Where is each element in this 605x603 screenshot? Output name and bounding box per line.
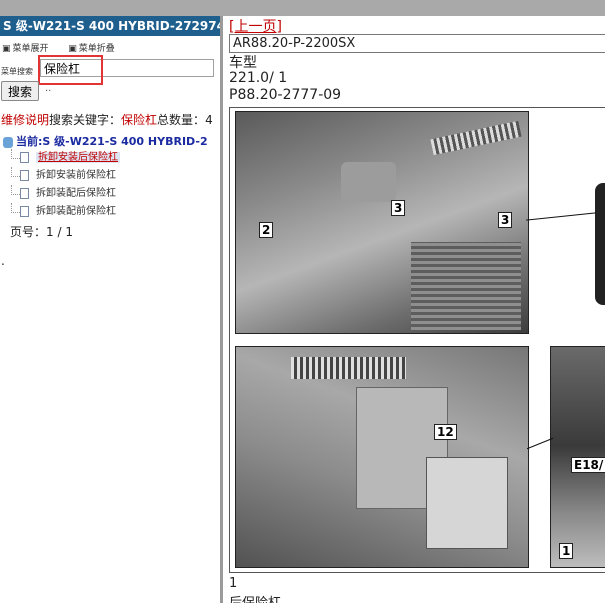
tree-root-label: 当前:S 级-W221-S 400 HYBRID-2 [16, 135, 208, 148]
model-value: 221.0/ 1 [229, 70, 288, 86]
tree-item-label: 拆卸装配后保险杠 [36, 188, 116, 199]
pointer-line [526, 212, 596, 221]
document-icon [20, 206, 29, 217]
step-number: 1 [229, 576, 238, 591]
pagination: 页号：1 / 1 [0, 223, 220, 240]
menu-collapse-link[interactable]: 菜单折叠 [79, 44, 115, 54]
keyword-intro: 搜索关键字： [49, 113, 122, 127]
tree-root[interactable]: 当前:S 级-W221-S 400 HYBRID-2 [0, 133, 220, 149]
search-button-row: 搜索 .. [0, 81, 220, 103]
connector-photo: E18/ 1 [550, 346, 605, 568]
callout-label: E18/ [571, 457, 605, 473]
step-description: 后保险杠 [229, 592, 281, 603]
expand-icon: ▣ [2, 44, 11, 54]
tree-branch-line [11, 203, 20, 213]
search-row: 菜单搜索 [0, 55, 220, 85]
keyword-summary: 维修说明搜索关键字：保险杠总数量：4 [0, 112, 220, 128]
bumper-photo-side [595, 183, 605, 305]
previous-page-link[interactable]: [上一页] [229, 16, 282, 36]
search-button[interactable]: 搜索 [1, 81, 39, 101]
page-value[interactable]: 1 / 1 [46, 225, 73, 239]
menu-toggle-row: ▣ 菜单展开 ▣ 菜单折叠 [0, 41, 220, 54]
callout-label: 1 [559, 543, 574, 559]
tree-item-label: 拆卸安装后保险杠 [36, 152, 120, 163]
collapse-icon: ▣ [68, 44, 77, 54]
document-icon [20, 170, 29, 181]
callout-label: 3 [498, 212, 513, 228]
tree-branch-line [11, 185, 20, 195]
tree-branch-line [11, 167, 20, 177]
database-icon [3, 136, 13, 148]
search-label: 菜单搜索 [1, 67, 33, 76]
tree-item[interactable]: 拆卸装配后保险杠 [0, 185, 220, 203]
bumper-photo-top: 2 3 3 [235, 111, 529, 334]
document-icon [20, 188, 29, 199]
model-label: 车型 [229, 55, 257, 71]
document-pane: [上一页] AR88.20-P-2200SX 车型 221.0/ 1 P88.2… [225, 16, 605, 603]
callout-label: 2 [259, 222, 274, 238]
page-label: 页号： [10, 225, 47, 239]
left-navigation-pane: S 级-W221-S 400 HYBRID-272974-GA ▣菜单展开 ▣菜… [0, 16, 223, 603]
trailing-dot: . [1, 254, 5, 268]
total-label: 总数量： [157, 113, 206, 127]
tree-item[interactable]: 拆卸安装后保险杠 [0, 149, 220, 167]
tree-item-label: 拆卸安装前保险杠 [36, 170, 116, 181]
search-dots: .. [45, 83, 52, 94]
reference-code: P88.20-2777-09 [229, 87, 342, 103]
menu-expand-link[interactable]: 菜单展开 [13, 44, 49, 54]
keyword-category: 维修说明 [1, 113, 50, 127]
total-count: 4 [205, 113, 213, 127]
tree-item-label: 拆卸装配前保险杠 [36, 206, 116, 217]
tree-item[interactable]: 拆卸装配前保险杠 [0, 203, 220, 221]
top-gray-bar [0, 0, 605, 16]
tree-item[interactable]: 拆卸安装前保险杠 [0, 167, 220, 185]
callout-label: 3 [391, 200, 406, 216]
illustration-frame: 2 3 3 12 E18/ 1 [229, 107, 605, 573]
keyword-value: 保险杠 [121, 113, 158, 127]
document-code: AR88.20-P-2200SX [229, 34, 605, 53]
tree-branch-line [11, 149, 20, 159]
bumper-photo-bottom: 12 [235, 346, 529, 568]
callout-label: 12 [434, 424, 457, 440]
document-icon [20, 152, 29, 163]
vehicle-title: S 级-W221-S 400 HYBRID-272974-GA [0, 16, 220, 36]
search-input[interactable] [40, 59, 214, 77]
